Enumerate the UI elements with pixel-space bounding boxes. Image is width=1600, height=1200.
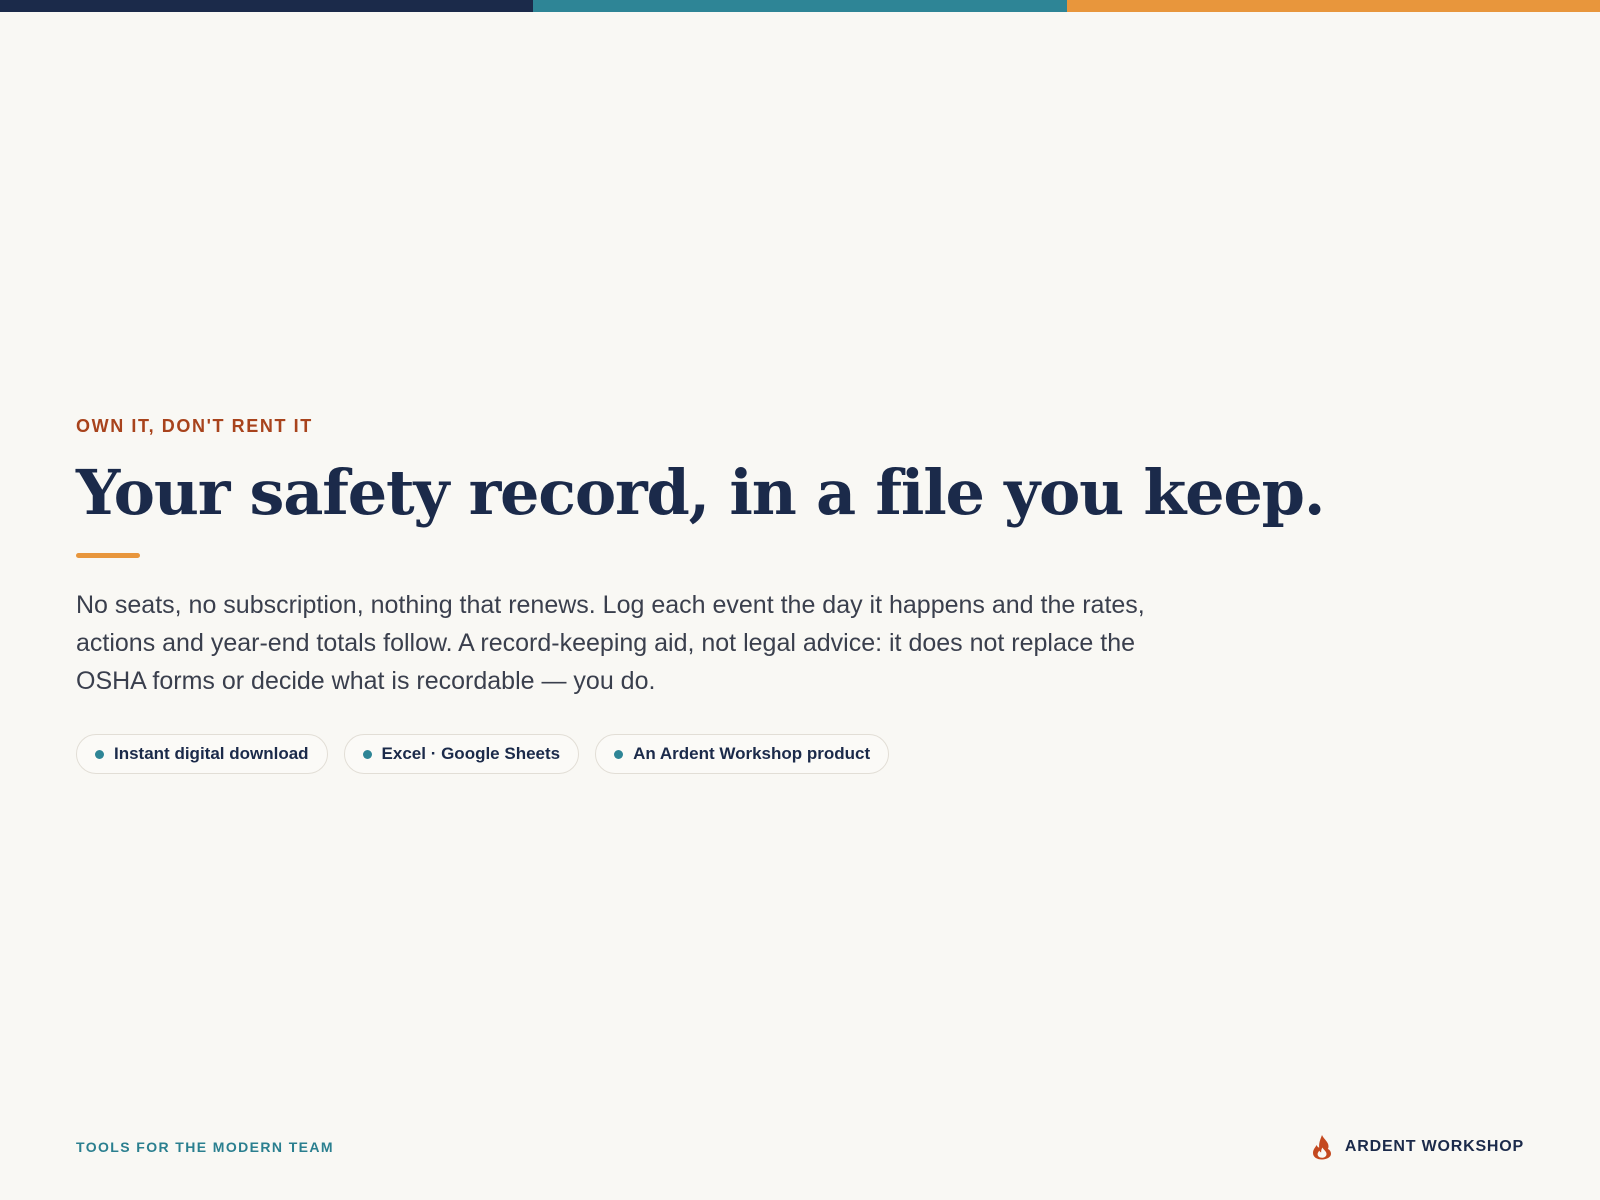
brand-name: ARDENT WORKSHOP bbox=[1344, 1138, 1524, 1155]
page-title: Your safety record, in a file you keep. bbox=[76, 456, 1325, 529]
footer-tagline: TOOLS FOR THE MODERN TEAM bbox=[76, 1139, 334, 1155]
feature-chip-label: An Ardent Workshop product bbox=[633, 744, 871, 763]
bullet-dot-icon bbox=[95, 749, 104, 759]
eyebrow-label: OWN IT, DON'T RENT IT bbox=[76, 416, 313, 436]
top-color-stripe bbox=[0, 0, 1600, 12]
stripe-segment-navy bbox=[0, 0, 534, 12]
flame-icon bbox=[1312, 1135, 1331, 1160]
feature-chips: Instant digital download Excel · Google … bbox=[76, 734, 1226, 774]
feature-chip-brand: An Ardent Workshop product bbox=[595, 734, 890, 774]
hero-section: OWN IT, DON'T RENT IT Your safety record… bbox=[76, 415, 1325, 774]
feature-chip-download: Instant digital download bbox=[76, 734, 328, 774]
hero-description: No seats, no subscription, nothing that … bbox=[76, 591, 1145, 695]
stripe-segment-teal bbox=[533, 0, 1067, 12]
stripe-segment-orange bbox=[1066, 0, 1600, 12]
feature-chip-formats: Excel · Google Sheets bbox=[343, 734, 580, 774]
feature-chip-label: Instant digital download bbox=[114, 744, 309, 763]
feature-chip-label: Excel · Google Sheets bbox=[381, 744, 561, 763]
bullet-dot-icon bbox=[362, 749, 372, 759]
bullet-dot-icon bbox=[614, 749, 624, 759]
accent-rule bbox=[76, 553, 140, 558]
brand-lockup: ARDENT WORKSHOP bbox=[1311, 1134, 1524, 1160]
